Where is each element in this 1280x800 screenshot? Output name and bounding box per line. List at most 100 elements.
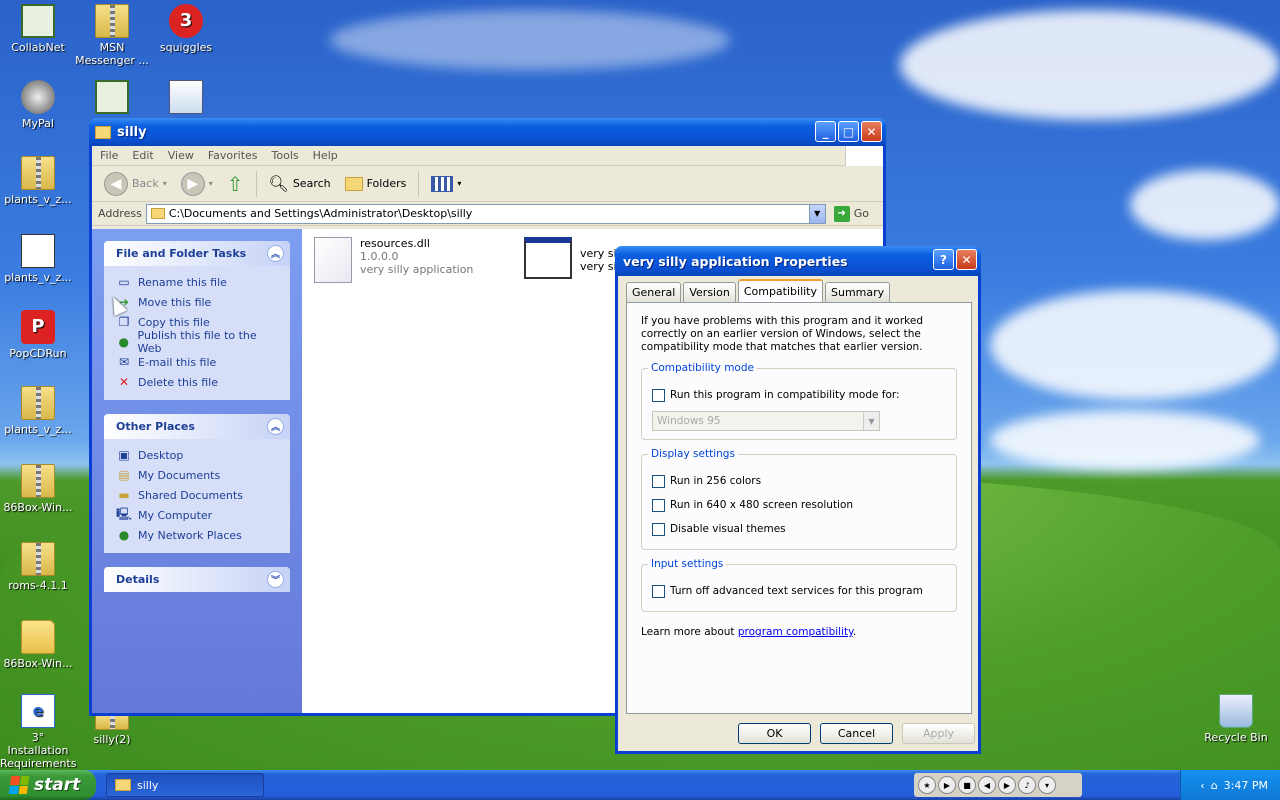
place-desktop[interactable]: ▣ Desktop	[116, 445, 280, 465]
explorer-titlebar[interactable]: silly _ □ ✕	[89, 118, 886, 146]
desktop-icon-squiggles[interactable]: 3 squiggles	[148, 4, 224, 54]
program-compatibility-link[interactable]: program compatibility	[738, 626, 853, 638]
close-button[interactable]: ✕	[956, 249, 977, 270]
task-delete[interactable]: ✕ Delete this file	[116, 372, 280, 392]
chevron-down-icon[interactable]: ▼	[808, 204, 825, 223]
address-input[interactable]: C:\Documents and Settings\Administrator\…	[145, 203, 826, 224]
tab-compatibility[interactable]: Compatibility	[737, 279, 824, 302]
place-label: Desktop	[138, 448, 184, 462]
desktop-icon-unnamed[interactable]	[148, 80, 224, 117]
menu-icon[interactable]: ▾	[1038, 776, 1056, 794]
chevron-down-icon[interactable]: ︾	[267, 571, 284, 588]
desktop-icon-collabnet[interactable]: CollabNet	[0, 4, 76, 54]
close-button[interactable]: ✕	[861, 121, 882, 142]
tray-expand-icon[interactable]: ‹	[1200, 779, 1204, 792]
disable-themes-checkbox[interactable]: Disable visual themes	[652, 517, 946, 541]
go-button[interactable]: ➜ Go	[830, 205, 883, 222]
checkbox-box	[652, 498, 665, 512]
folder-icon	[115, 779, 131, 791]
previous-icon[interactable]: ◀	[978, 776, 996, 794]
task-publish[interactable]: ● Publish this file to the Web	[116, 329, 280, 355]
search-button[interactable]: 🔍︎ Search	[265, 172, 335, 195]
desktop-icon-silly2[interactable]: silly(2)	[74, 712, 150, 746]
menu-file[interactable]: File	[100, 149, 118, 162]
desktop-icon-86box-2[interactable]: 86Box-Win...	[0, 620, 76, 670]
tab-general[interactable]: General	[626, 282, 682, 302]
folders-button[interactable]: Folders	[341, 175, 411, 193]
desktop-icon-recycle-bin[interactable]: Recycle Bin	[1198, 694, 1274, 744]
desktop-icon-unnamed[interactable]	[74, 80, 150, 117]
file-version: 1.0.0.0	[360, 250, 399, 263]
chevron-up-icon[interactable]: ︽	[267, 245, 284, 262]
learn-more-suffix: .	[852, 626, 857, 638]
desktop-icon-86box-1[interactable]: 86Box-Win...	[0, 464, 76, 514]
cancel-button[interactable]: Cancel	[820, 723, 893, 744]
panel-header[interactable]: Other Places ︽	[104, 414, 290, 439]
taskbar: start silly ★ ▶ ■ ◀ ▶ ♪ ▾ ‹ ⌂ 3:47 PM	[0, 770, 1280, 800]
next-icon[interactable]: ▶	[998, 776, 1016, 794]
desktop-icon-plants-2[interactable]: plants_v_z...	[0, 234, 76, 284]
menu-view[interactable]: View	[168, 149, 194, 162]
zip-icon	[21, 386, 55, 420]
back-button[interactable]: ◀ Back ▾	[100, 170, 171, 198]
place-my-documents[interactable]: ▤ My Documents	[116, 465, 280, 485]
place-my-network[interactable]: ● My Network Places	[116, 525, 280, 545]
tab-version[interactable]: Version	[683, 282, 736, 302]
panel-header[interactable]: Details ︾	[104, 567, 290, 592]
menu-bar: File Edit View Favorites Tools Help	[92, 146, 883, 166]
minimize-button[interactable]: _	[815, 121, 836, 142]
desktop-icon-popcdrun[interactable]: P PopCDRun	[0, 310, 76, 360]
play-icon[interactable]: ▶	[938, 776, 956, 794]
desktop-icon-mypal[interactable]: MyPal	[0, 80, 76, 130]
select-value: Windows 95	[657, 414, 721, 427]
volume-icon[interactable]: ♪	[1018, 776, 1036, 794]
task-email[interactable]: ✉ E-mail this file	[116, 352, 280, 372]
help-button[interactable]: ?	[933, 249, 954, 270]
place-my-computer[interactable]: 🖳︎ My Computer	[116, 505, 280, 525]
network-tray-icon[interactable]: ⌂	[1211, 779, 1218, 792]
file-item-very-silly-exe[interactable]: very sill very sill	[524, 237, 623, 279]
run-640x480-checkbox[interactable]: Run in 640 x 480 screen resolution	[652, 493, 946, 517]
panel-header[interactable]: File and Folder Tasks ︽	[104, 241, 290, 266]
menu-help[interactable]: Help	[313, 149, 338, 162]
forward-arrow-icon: ▶	[180, 171, 205, 196]
media-logo-icon[interactable]: ★	[918, 776, 936, 794]
compat-os-select[interactable]: Windows 95 ▼	[652, 411, 880, 431]
compatibility-mode-group: Compatibility mode Run this program in c…	[641, 362, 957, 440]
email-icon: ✉	[118, 355, 130, 369]
installer-icon	[169, 80, 203, 114]
clock[interactable]: 3:47 PM	[1224, 779, 1268, 792]
up-folder-button[interactable]: ⇧	[223, 170, 248, 198]
address-bar: Address C:\Documents and Settings\Admini…	[92, 202, 883, 226]
start-button[interactable]: start	[0, 770, 96, 800]
desktop-icon-roms[interactable]: roms-4.1.1	[0, 542, 76, 592]
views-button[interactable]: ▾	[427, 174, 465, 194]
taskbar-item-silly[interactable]: silly	[106, 773, 264, 797]
task-move[interactable]: ➜ Move this file	[116, 292, 280, 312]
desktop-icon-plants-1[interactable]: plants_v_z...	[0, 156, 76, 206]
menu-tools[interactable]: Tools	[272, 149, 299, 162]
desktop-icon-plants-3[interactable]: plants_v_z...	[0, 386, 76, 436]
ok-button[interactable]: OK	[738, 723, 811, 744]
text-services-checkbox[interactable]: Turn off advanced text services for this…	[652, 579, 946, 603]
forward-button[interactable]: ▶ ▾	[177, 170, 217, 198]
place-shared-documents[interactable]: ▬ Shared Documents	[116, 485, 280, 505]
place-label: Shared Documents	[138, 488, 243, 502]
search-label: Search	[292, 177, 331, 190]
stop-icon[interactable]: ■	[958, 776, 976, 794]
menu-edit[interactable]: Edit	[132, 149, 153, 162]
desktop-icon-installation[interactable]: e 3° Installation Requirements	[0, 694, 76, 770]
task-rename[interactable]: ▭ Rename this file	[116, 272, 280, 292]
desktop-icon-label: Recycle Bin	[1204, 731, 1268, 744]
file-item-resources-dll[interactable]: resources.dll 1.0.0.0 very silly applica…	[314, 237, 473, 283]
maximize-button[interactable]: □	[838, 121, 859, 142]
desktop-icon-msn[interactable]: MSN Messenger ...	[74, 4, 150, 67]
apply-button[interactable]: Apply	[902, 723, 975, 744]
compat-mode-checkbox[interactable]: Run this program in compatibility mode f…	[652, 383, 946, 407]
run-256-colors-checkbox[interactable]: Run in 256 colors	[652, 469, 946, 493]
menu-favorites[interactable]: Favorites	[208, 149, 258, 162]
dialog-titlebar[interactable]: very silly application Properties ? ✕	[615, 246, 981, 276]
chevron-up-icon[interactable]: ︽	[267, 418, 284, 435]
wallpaper-cloud	[990, 410, 1260, 470]
tab-summary[interactable]: Summary	[825, 282, 891, 302]
